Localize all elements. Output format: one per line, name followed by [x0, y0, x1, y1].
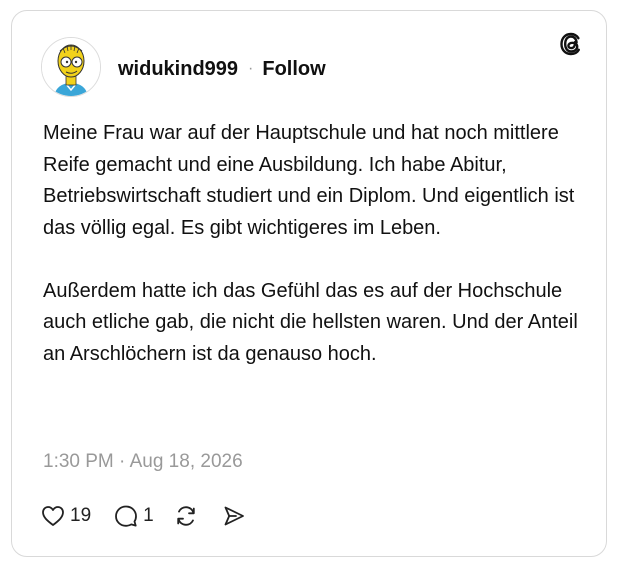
reply-count: 1 — [143, 505, 154, 526]
post-header: widukind999 · Follow — [118, 55, 326, 83]
send-icon — [224, 506, 244, 526]
avatar[interactable] — [41, 37, 101, 97]
post-card: widukind999 · Follow Meine Frau war auf … — [11, 10, 607, 557]
post-paragraph: Meine Frau war auf der Hauptschule und h… — [43, 122, 575, 239]
action-bar: 19 1 — [41, 501, 246, 531]
like-count: 19 — [70, 505, 92, 526]
repost-button[interactable] — [174, 504, 198, 528]
post-paragraph: Außerdem hatte ich das Gefühl das es auf… — [43, 279, 578, 365]
comment-icon — [115, 505, 138, 527]
reply-button[interactable]: 1 — [114, 504, 154, 528]
heart-icon — [42, 506, 64, 526]
separator-dot: · — [248, 60, 254, 77]
like-button[interactable]: 19 — [41, 505, 91, 527]
follow-button[interactable]: Follow — [262, 58, 325, 81]
share-button[interactable] — [222, 504, 246, 528]
timestamp[interactable]: 1:30 PM · Aug 18, 2026 — [43, 451, 243, 473]
cartoon-avatar-icon — [42, 38, 100, 96]
post-text: Meine Frau war auf der Hauptschule und h… — [43, 118, 583, 370]
username[interactable]: widukind999 — [118, 58, 238, 81]
threads-icon[interactable] — [558, 31, 584, 57]
repost-icon — [177, 506, 195, 526]
